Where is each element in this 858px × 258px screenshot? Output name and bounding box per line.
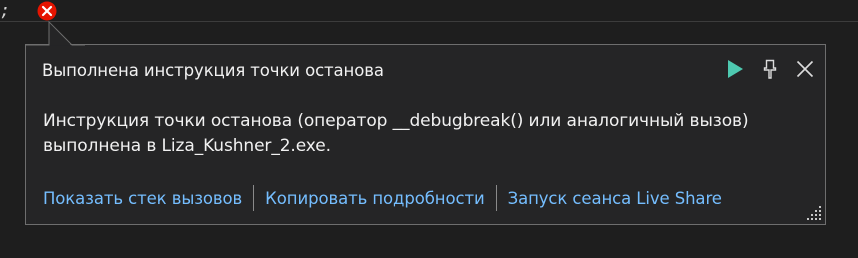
close-icon xyxy=(796,60,814,78)
editor-current-line: ; xyxy=(0,0,858,22)
popup-title: Выполнена инструкция точки останова xyxy=(42,61,384,80)
popup-controls xyxy=(718,56,821,82)
resize-grip-icon[interactable] xyxy=(805,204,823,222)
play-icon xyxy=(726,59,744,79)
error-circle-icon[interactable] xyxy=(37,1,57,21)
exception-message: Инструкция точки останова (оператор __de… xyxy=(43,111,749,156)
link-separator xyxy=(495,185,497,211)
show-call-stack-link[interactable]: Показать стек вызовов xyxy=(43,189,242,208)
popup-actions: Показать стек вызовов Копировать подробн… xyxy=(43,185,722,211)
exception-popup: Выполнена инструкция точки останова Инст… xyxy=(25,44,826,225)
pin-button[interactable] xyxy=(753,56,786,82)
continue-button[interactable] xyxy=(718,56,751,82)
link-separator xyxy=(253,185,255,211)
start-live-share-link[interactable]: Запуск сеанса Live Share xyxy=(508,189,722,208)
code-text: ; xyxy=(0,1,11,21)
popup-pointer xyxy=(25,20,85,46)
pin-icon xyxy=(762,59,778,79)
close-button[interactable] xyxy=(788,56,821,82)
copy-details-link[interactable]: Копировать подробности xyxy=(265,189,485,208)
